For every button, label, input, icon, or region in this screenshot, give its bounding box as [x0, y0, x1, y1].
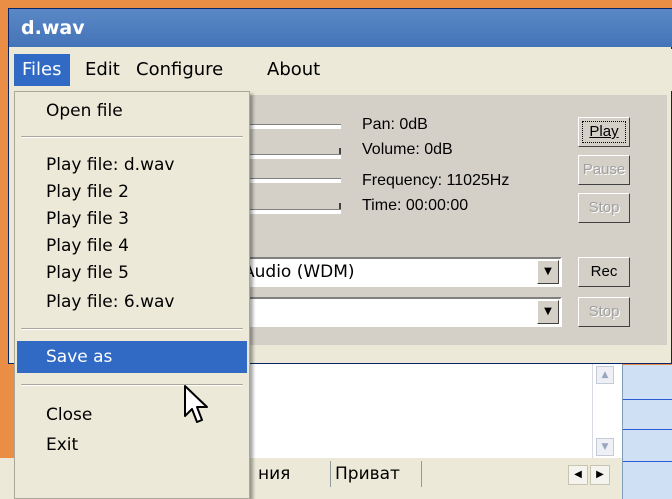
secondary-select[interactable] — [235, 297, 562, 327]
chevron-down-icon[interactable]: ▼ — [537, 260, 559, 284]
menu-item-recent-3[interactable]: Play file 3 — [17, 204, 247, 234]
stop-rec-button[interactable]: Stop — [578, 297, 630, 327]
tab-private[interactable]: Приват — [330, 461, 422, 487]
frequency-slider[interactable] — [235, 178, 341, 183]
play-button[interactable]: Play — [578, 117, 630, 147]
volume-slider[interactable] — [235, 154, 341, 159]
menu-separator — [21, 328, 243, 330]
control-panel: Pan: 0dB Volume: 0dB Frequency: 11025Hz … — [235, 95, 667, 345]
menu-item-recent-4[interactable]: Play file 4 — [17, 231, 247, 261]
scroll-down-icon[interactable]: ▼ — [596, 438, 614, 456]
menu-configure[interactable]: Configure — [128, 54, 231, 86]
scroll-up-icon[interactable]: ▲ — [596, 366, 614, 384]
volume-label: Volume: 0dB — [362, 141, 453, 158]
menu-about[interactable]: About — [259, 54, 328, 86]
menu-item-open-file[interactable]: Open file — [17, 96, 247, 126]
scroll-left-icon[interactable]: ◀ — [568, 465, 588, 485]
time-slider[interactable] — [235, 209, 341, 214]
files-menu: Open file Play file: d.wav Play file 2 P… — [14, 91, 250, 499]
menu-item-exit[interactable]: Exit — [17, 430, 247, 460]
pan-slider[interactable] — [235, 124, 341, 129]
frequency-label: Frequency: 11025Hz — [362, 172, 510, 189]
pan-label: Pan: 0dB — [362, 116, 428, 133]
time-slider-thumb[interactable] — [339, 203, 341, 209]
tab-partial[interactable]: ния — [258, 461, 290, 487]
menu-item-recent-6[interactable]: Play file: 6.wav — [17, 287, 247, 317]
vertical-scrollbar[interactable]: ▲ ▼ — [592, 364, 615, 459]
mouse-pointer-icon — [184, 385, 208, 423]
rec-button[interactable]: Rec — [578, 257, 630, 287]
scroll-right-icon[interactable]: ▶ — [590, 465, 610, 485]
menu-edit[interactable]: Edit — [77, 54, 128, 86]
menu-item-save-as[interactable]: Save as — [17, 341, 247, 373]
volume-slider-thumb[interactable] — [339, 148, 341, 154]
menubar: Files Edit Configure About — [9, 49, 672, 91]
pause-button[interactable]: Pause — [578, 155, 630, 185]
time-label: Time: 00:00:00 — [362, 197, 469, 214]
menu-item-recent-2[interactable]: Play file 2 — [17, 177, 247, 207]
chevron-down-icon[interactable]: ▼ — [537, 300, 559, 324]
audio-device-select[interactable]: Audio (WDM) — [235, 257, 562, 287]
menu-item-recent-5[interactable]: Play file 5 — [17, 258, 247, 288]
menu-files[interactable]: Files — [14, 54, 70, 86]
menu-item-recent-1[interactable]: Play file: d.wav — [17, 150, 247, 180]
menu-separator — [21, 136, 243, 138]
stop-button[interactable]: Stop — [578, 193, 630, 223]
right-side-panel — [622, 365, 672, 499]
window-title: d.wav — [9, 9, 672, 47]
